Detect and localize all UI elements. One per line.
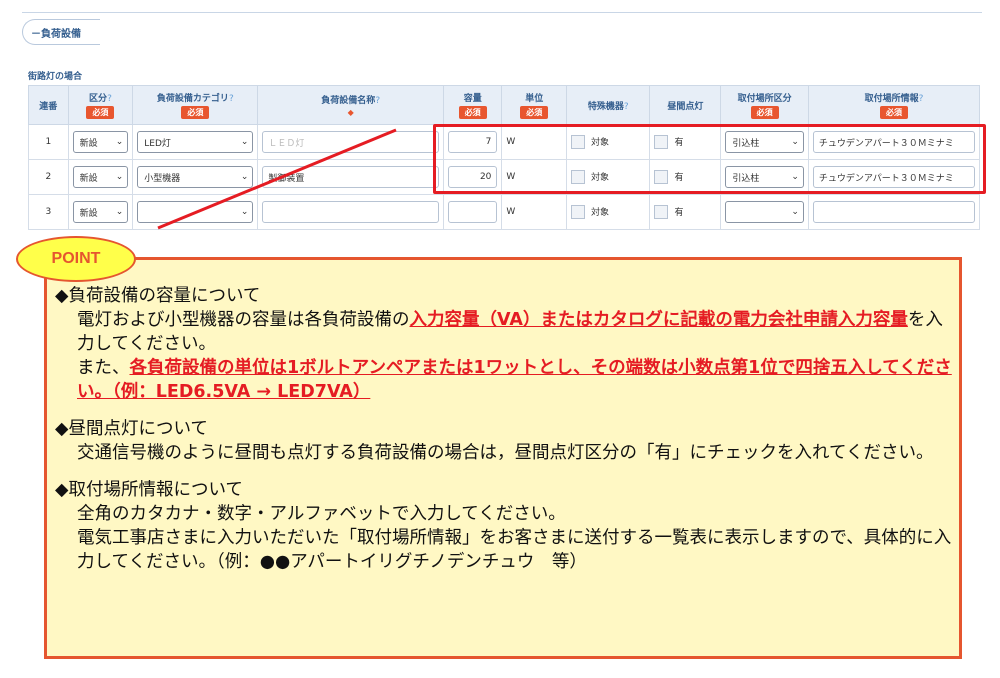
chevron-down-icon: ⌄ (791, 207, 799, 217)
diamond-icon: ◆ (347, 108, 354, 117)
header-seq: 連番 (28, 85, 69, 125)
mount-info-input[interactable] (812, 201, 975, 223)
mount-info-paragraph-2: 電気工事店さまに入力いただいた「取付場所情報」をお客さまに送付する一覧表に表示し… (77, 528, 952, 572)
help-icon[interactable]: ? (375, 96, 380, 106)
header-kubun: 区分? 必須 (67, 85, 134, 125)
chevron-down-icon: ⌄ (240, 172, 249, 182)
highlight-box (433, 124, 986, 194)
help-icon[interactable]: ? (624, 102, 629, 112)
mount-type-select[interactable]: ⌄ (725, 201, 804, 223)
category-select[interactable]: LED灯 ⌄ (137, 131, 254, 153)
chevron-down-icon: ⌄ (115, 207, 124, 217)
row-seq: 3 (28, 194, 69, 230)
kubun-select[interactable]: 新設 ⌄ (72, 201, 129, 223)
chevron-down-icon: ⌄ (115, 137, 124, 147)
chevron-down-icon: ⌄ (115, 172, 124, 182)
header-special: 特殊機器? (566, 85, 651, 125)
point-badge: POINT (16, 236, 136, 282)
section-frame (22, 12, 982, 57)
section-heading-capacity: ◆負荷設備の容量について (55, 286, 261, 306)
header-name: 負荷設備名称? ◆ (257, 85, 444, 125)
section-heading-daylight: ◆昼間点灯について (55, 419, 208, 439)
section-heading-mount-info: ◆取付場所情報について (55, 480, 243, 500)
mount-info-paragraph-1: 全角のカタカナ・数字・アルファベットで入力してください。 (77, 504, 566, 524)
help-icon[interactable]: ? (919, 94, 924, 104)
header-category: 負荷設備カテゴリ? 必須 (132, 85, 259, 125)
kubun-select[interactable]: 新設 ⌄ (72, 131, 129, 153)
kubun-select[interactable]: 新設 ⌄ (72, 166, 129, 188)
name-input[interactable]: ＬＥＤ灯 (262, 131, 439, 153)
help-icon[interactable]: ? (107, 94, 112, 104)
header-mount-type: 取付場所区分 必須 (720, 85, 809, 125)
special-checkbox[interactable] (571, 205, 586, 220)
header-daylight: 昼間点灯 (649, 85, 722, 125)
row-seq: 1 (28, 124, 69, 160)
chevron-down-icon: ⌄ (240, 137, 249, 147)
header-unit: 単位 必須 (501, 85, 568, 125)
unit-paragraph: また、各負荷設備の単位は1ボルトアンペアまたは1ワットとし、その端数は小数点第1… (77, 358, 952, 402)
point-text: ◆負荷設備の容量について 電灯および小型機器の容量は各負荷設備の入力容量（VA）… (55, 284, 955, 574)
category-select[interactable]: ⌄ (137, 201, 254, 223)
daylight-paragraph: 交通信号機のように昼間も点灯する負荷設備の場合は，昼間点灯区分の「有」にチェック… (77, 443, 934, 463)
subtitle: 街路灯の場合 (28, 72, 83, 82)
help-icon[interactable]: ? (229, 94, 234, 104)
name-input[interactable]: 製御装置 (262, 166, 439, 188)
collapse-icon: － (31, 28, 41, 40)
unit-text: W (501, 194, 568, 230)
header-mount-info: 取付場所情報? 必須 (807, 85, 981, 125)
section-toggle[interactable]: － 負荷設備 (22, 19, 100, 45)
daylight-checkbox[interactable] (654, 205, 669, 220)
row-seq: 2 (28, 159, 69, 195)
capacity-input[interactable] (448, 201, 498, 223)
table-row: 3 新設 ⌄ ⌄ W 対象 有 ⌄ (28, 194, 981, 230)
section-title: 負荷設備 (41, 28, 81, 40)
category-select[interactable]: 小型機器 ⌄ (137, 166, 254, 188)
header-capacity: 容量 必須 (442, 85, 503, 125)
capacity-paragraph: 電灯および小型機器の容量は各負荷設備の入力容量（VA）またはカタログに記載の電力… (77, 310, 943, 354)
name-input[interactable] (262, 201, 439, 223)
chevron-down-icon: ⌄ (240, 207, 249, 217)
